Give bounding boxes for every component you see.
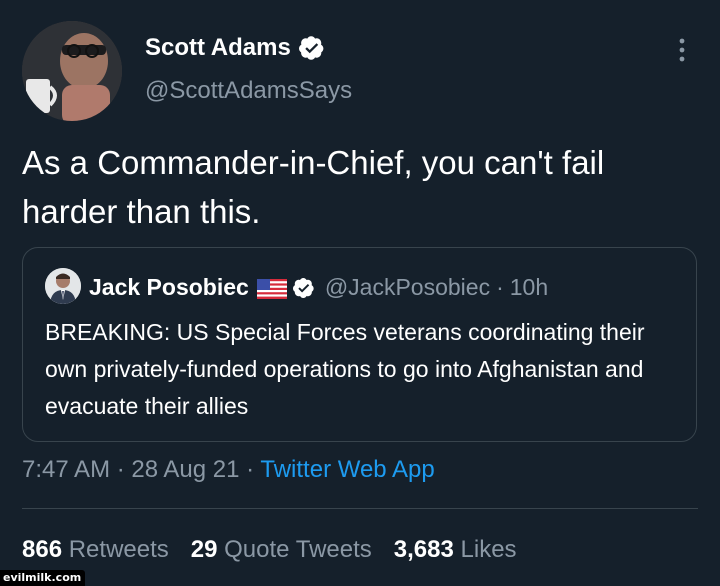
tweet-timestamp[interactable]: 7:47 AM · 28 Aug 21 ·: [22, 456, 260, 483]
divider: [22, 508, 698, 509]
source-app-link[interactable]: Twitter Web App: [260, 456, 434, 483]
retweets-label: Retweets: [62, 536, 169, 563]
engagement-stats: 866 Retweets 29 Quote Tweets 3,683 Likes: [22, 536, 539, 564]
tweet-text: As a Commander-in-Chief, you can't fail …: [22, 144, 605, 230]
quote-tweets-label: Quote Tweets: [217, 536, 372, 563]
quoted-author-avatar[interactable]: [45, 268, 81, 304]
retweets-count: 866: [22, 536, 63, 563]
quoted-tweet-text: BREAKING: US Special Forces veterans coo…: [45, 319, 645, 419]
likes-label: Likes: [453, 536, 517, 563]
author-handle[interactable]: @ScottAdamsSays: [145, 77, 352, 105]
author-name-text[interactable]: Scott Adams: [145, 34, 291, 62]
more-options-icon[interactable]: [672, 36, 692, 64]
author-avatar[interactable]: [22, 21, 122, 121]
watermark: evilmilk.com: [0, 570, 86, 586]
verified-badge-icon: [298, 35, 325, 61]
quoted-author-name[interactable]: Jack Posobiec: [89, 274, 249, 301]
quoted-tweet-header: Jack Posobiec @JackPosobiec · 10h: [89, 274, 548, 301]
quote-tweets-stat[interactable]: 29 Quote Tweets: [191, 536, 372, 564]
tweet-metadata: 7:47 AM · 28 Aug 21 · Twitter Web App: [22, 456, 435, 484]
quoted-author-handle[interactable]: @JackPosobiec: [325, 274, 490, 301]
likes-stat[interactable]: 3,683 Likes: [394, 536, 517, 564]
quoted-tweet-card[interactable]: Jack Posobiec @JackPosobiec · 10h BREAKI…: [22, 247, 697, 442]
author-name[interactable]: Scott Adams: [145, 34, 325, 62]
quoted-time[interactable]: 10h: [510, 274, 548, 301]
quoted-separator: ·: [496, 274, 504, 300]
retweets-stat[interactable]: 866 Retweets: [22, 536, 169, 564]
us-flag-icon: [256, 278, 287, 299]
quoted-verified-badge-icon: [292, 277, 315, 299]
quote-tweets-count: 29: [190, 536, 218, 563]
likes-count: 3,683: [393, 536, 454, 563]
